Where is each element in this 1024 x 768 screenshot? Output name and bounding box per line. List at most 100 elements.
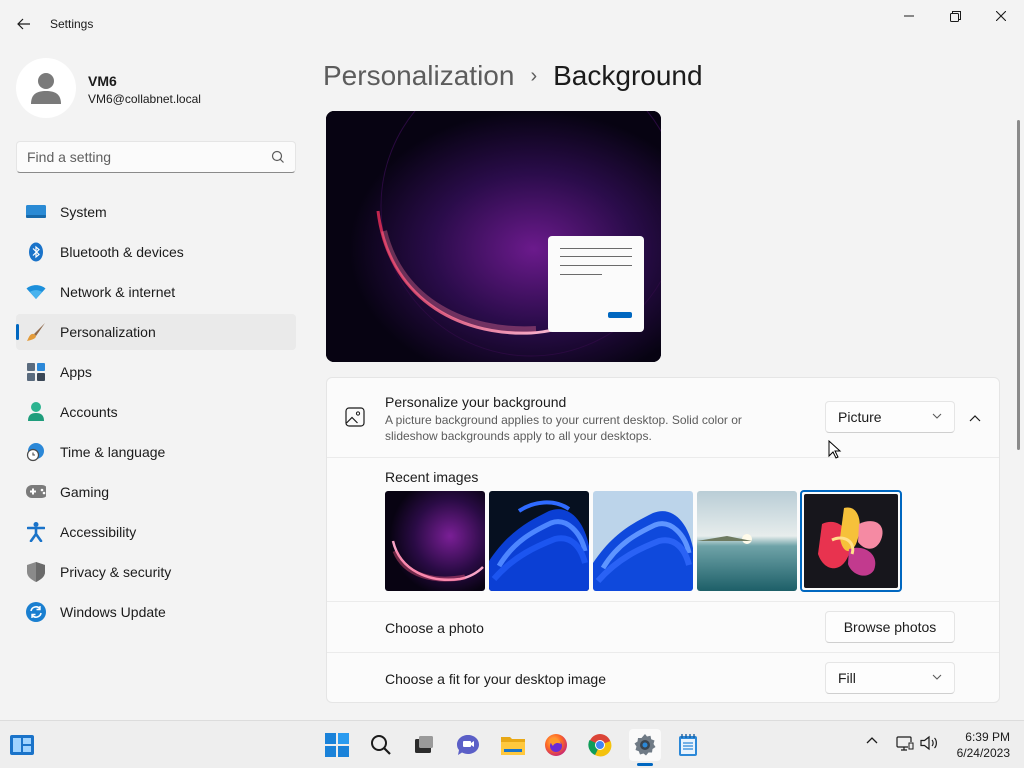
user-name: VM6 xyxy=(88,73,117,89)
clock-date: 6/24/2023 xyxy=(956,746,1010,760)
network-icon[interactable] xyxy=(896,735,914,751)
breadcrumb-separator: › xyxy=(530,64,538,87)
background-type-dropdown[interactable]: Picture xyxy=(825,401,955,433)
settings-taskbar-button[interactable] xyxy=(629,729,661,761)
search-box[interactable] xyxy=(16,141,296,173)
active-app-indicator xyxy=(637,763,653,766)
task-view-icon xyxy=(415,736,433,753)
wifi-icon xyxy=(26,282,46,302)
personalize-background-title: Personalize your background xyxy=(385,394,567,410)
sidebar-item-label: Privacy & security xyxy=(60,564,172,580)
firefox-button[interactable] xyxy=(540,729,572,761)
fit-value: Fill xyxy=(838,670,856,686)
sidebar-item-label: Gaming xyxy=(60,484,110,500)
search-icon xyxy=(371,735,391,755)
taskbar-search-button[interactable] xyxy=(365,729,397,761)
recent-image-5-selected[interactable] xyxy=(800,490,902,592)
recent-images-list xyxy=(385,490,902,592)
personalize-background-description: A picture background applies to your cur… xyxy=(385,413,742,443)
sidebar-item-accounts[interactable]: Accounts xyxy=(16,394,296,430)
collapse-button[interactable] xyxy=(961,406,989,430)
app-title: Settings xyxy=(50,17,94,31)
file-explorer-icon xyxy=(501,737,525,755)
choose-photo-label: Choose a photo xyxy=(385,620,484,636)
sidebar-item-gaming[interactable]: Gaming xyxy=(16,474,296,510)
sidebar-item-system[interactable]: System xyxy=(16,194,296,230)
preview-window xyxy=(548,236,644,332)
sidebar-item-label: System xyxy=(60,204,107,220)
close-button[interactable] xyxy=(978,0,1024,32)
file-explorer-button[interactable] xyxy=(497,729,529,761)
user-email: VM6@collabnet.local xyxy=(88,92,201,106)
sidebar-item-apps[interactable]: Apps xyxy=(16,354,296,390)
widgets-button[interactable] xyxy=(6,729,38,761)
sidebar-item-time-language[interactable]: Time & language xyxy=(16,434,296,470)
bluetooth-icon xyxy=(26,242,46,262)
volume-icon[interactable] xyxy=(920,735,938,751)
desktop-preview xyxy=(326,111,661,362)
background-type-value: Picture xyxy=(838,409,882,425)
chrome-icon xyxy=(588,734,612,757)
sidebar-item-label: Windows Update xyxy=(60,604,166,620)
search-icon xyxy=(271,150,284,163)
clock-time: 6:39 PM xyxy=(965,730,1010,744)
sidebar-item-privacy[interactable]: Privacy & security xyxy=(16,554,296,590)
browse-photos-button[interactable]: Browse photos xyxy=(825,611,955,643)
accessibility-icon xyxy=(26,522,46,542)
scrollbar[interactable] xyxy=(1017,120,1020,450)
system-clock[interactable]: 6:39 PM 6/24/2023 xyxy=(957,729,1010,761)
start-button[interactable] xyxy=(321,729,353,761)
task-view-button[interactable] xyxy=(408,729,440,761)
chevron-down-icon xyxy=(932,674,942,680)
chat-icon xyxy=(457,735,479,755)
sidebar-item-bluetooth[interactable]: Bluetooth & devices xyxy=(16,234,296,270)
sidebar-item-label: Accessibility xyxy=(60,524,137,540)
fit-label: Choose a fit for your desktop image xyxy=(385,671,607,687)
accounts-icon xyxy=(26,402,46,422)
sidebar-item-personalization[interactable]: Personalization xyxy=(16,314,296,350)
brush-icon xyxy=(26,322,46,342)
update-icon xyxy=(26,602,46,622)
taskbar: 6:39 PM 6/24/2023 xyxy=(0,720,1024,768)
minimize-button[interactable] xyxy=(886,0,932,32)
widgets-icon xyxy=(10,735,34,755)
recent-image-2[interactable] xyxy=(489,491,589,591)
page-title: Background xyxy=(553,60,703,91)
globe-clock-icon xyxy=(26,442,46,462)
recent-image-3[interactable] xyxy=(593,491,693,591)
restore-button[interactable] xyxy=(932,0,978,32)
chevron-up-icon xyxy=(969,415,981,422)
sidebar-item-accessibility[interactable]: Accessibility xyxy=(16,514,296,550)
gamepad-icon xyxy=(26,482,46,502)
back-arrow-icon xyxy=(17,18,30,30)
restore-icon xyxy=(949,10,961,22)
sidebar-nav: System Bluetooth & devices Network & int… xyxy=(16,194,296,634)
recent-image-1[interactable] xyxy=(385,491,485,591)
fit-dropdown[interactable]: Fill xyxy=(825,662,955,694)
settings-icon xyxy=(634,734,656,756)
sidebar-item-label: Bluetooth & devices xyxy=(60,244,184,260)
close-icon xyxy=(996,11,1006,21)
back-button[interactable] xyxy=(10,12,38,36)
sidebar-item-windows-update[interactable]: Windows Update xyxy=(16,594,296,630)
chrome-button[interactable] xyxy=(584,729,616,761)
sidebar-item-label: Network & internet xyxy=(60,284,176,300)
notepad-icon xyxy=(679,734,697,756)
avatar[interactable] xyxy=(16,58,76,118)
shield-icon xyxy=(26,562,46,582)
background-settings-panel: Personalize your background A picture ba… xyxy=(326,377,1000,703)
system-icon xyxy=(26,202,46,222)
sidebar-item-label: Time & language xyxy=(60,444,166,460)
sidebar-item-network[interactable]: Network & internet xyxy=(16,274,296,310)
sidebar-item-label: Personalization xyxy=(60,324,156,340)
mouse-cursor-icon xyxy=(828,440,842,459)
breadcrumb-parent[interactable]: Personalization xyxy=(323,60,514,92)
chat-button[interactable] xyxy=(452,729,484,761)
chevron-up-icon[interactable] xyxy=(866,735,878,747)
user-avatar-icon xyxy=(31,73,61,104)
recent-images-label: Recent images xyxy=(385,469,479,485)
chevron-down-icon xyxy=(932,413,942,419)
search-input[interactable] xyxy=(17,142,267,172)
recent-image-4[interactable] xyxy=(697,491,797,591)
notepad-button[interactable] xyxy=(672,729,704,761)
